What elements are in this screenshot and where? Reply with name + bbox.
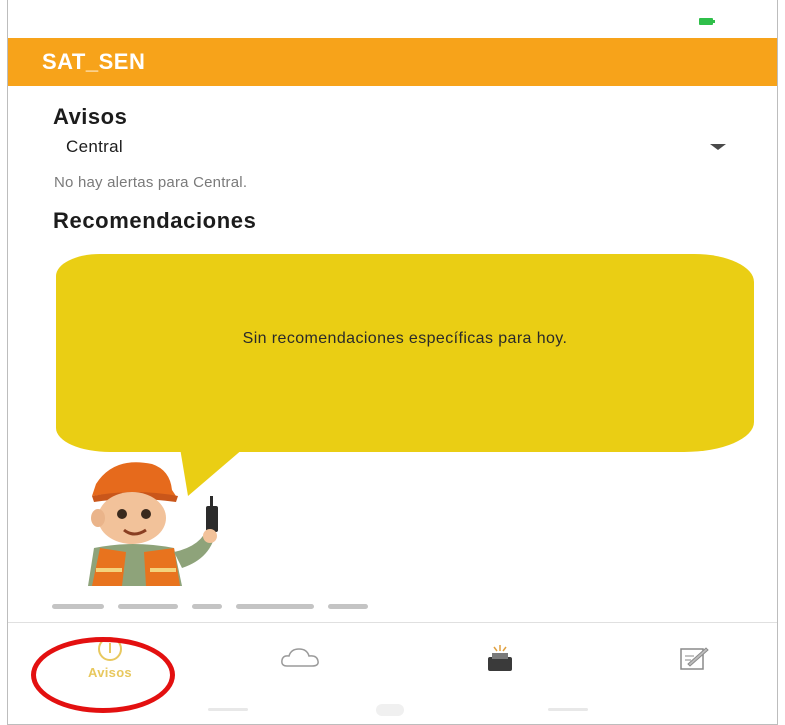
reporter-character-illustration bbox=[88, 462, 218, 586]
nav-item-report[interactable] bbox=[470, 623, 530, 693]
recommendation-message: Sin recomendaciones específicas para hoy… bbox=[242, 330, 568, 347]
region-selected-value: Central bbox=[66, 137, 123, 156]
cloud-icon bbox=[281, 648, 319, 667]
home-button[interactable] bbox=[376, 704, 404, 716]
region-dropdown[interactable]: Central bbox=[66, 132, 734, 162]
battery-icon bbox=[699, 18, 715, 25]
main-content[interactable]: Avisos Central No hay alertas para Centr… bbox=[8, 86, 777, 622]
speech-bubble: Sin recomendaciones específicas para hoy… bbox=[56, 254, 754, 452]
annotation-highlight-circle bbox=[31, 637, 175, 713]
status-bar bbox=[8, 0, 777, 38]
dropdown-arrow-icon bbox=[710, 144, 726, 150]
alerts-heading: Avisos bbox=[53, 104, 128, 129]
nav-item-weather[interactable] bbox=[270, 623, 330, 693]
app-title: SAT_SEN bbox=[42, 49, 146, 74]
partially-hidden-text bbox=[52, 598, 472, 610]
recommendations-heading: Recomendaciones bbox=[53, 208, 257, 233]
recent-apps-button[interactable] bbox=[208, 708, 248, 711]
survey-edit-icon bbox=[680, 647, 709, 670]
radio-report-icon bbox=[488, 645, 512, 671]
no-alerts-message: No hay alertas para Central. bbox=[54, 174, 248, 191]
app-bar: SAT_SEN bbox=[8, 38, 777, 86]
back-button[interactable] bbox=[548, 708, 588, 711]
nav-item-survey[interactable] bbox=[664, 623, 724, 693]
app-frame: SAT_SEN Avisos Central No hay alertas pa… bbox=[7, 0, 778, 725]
